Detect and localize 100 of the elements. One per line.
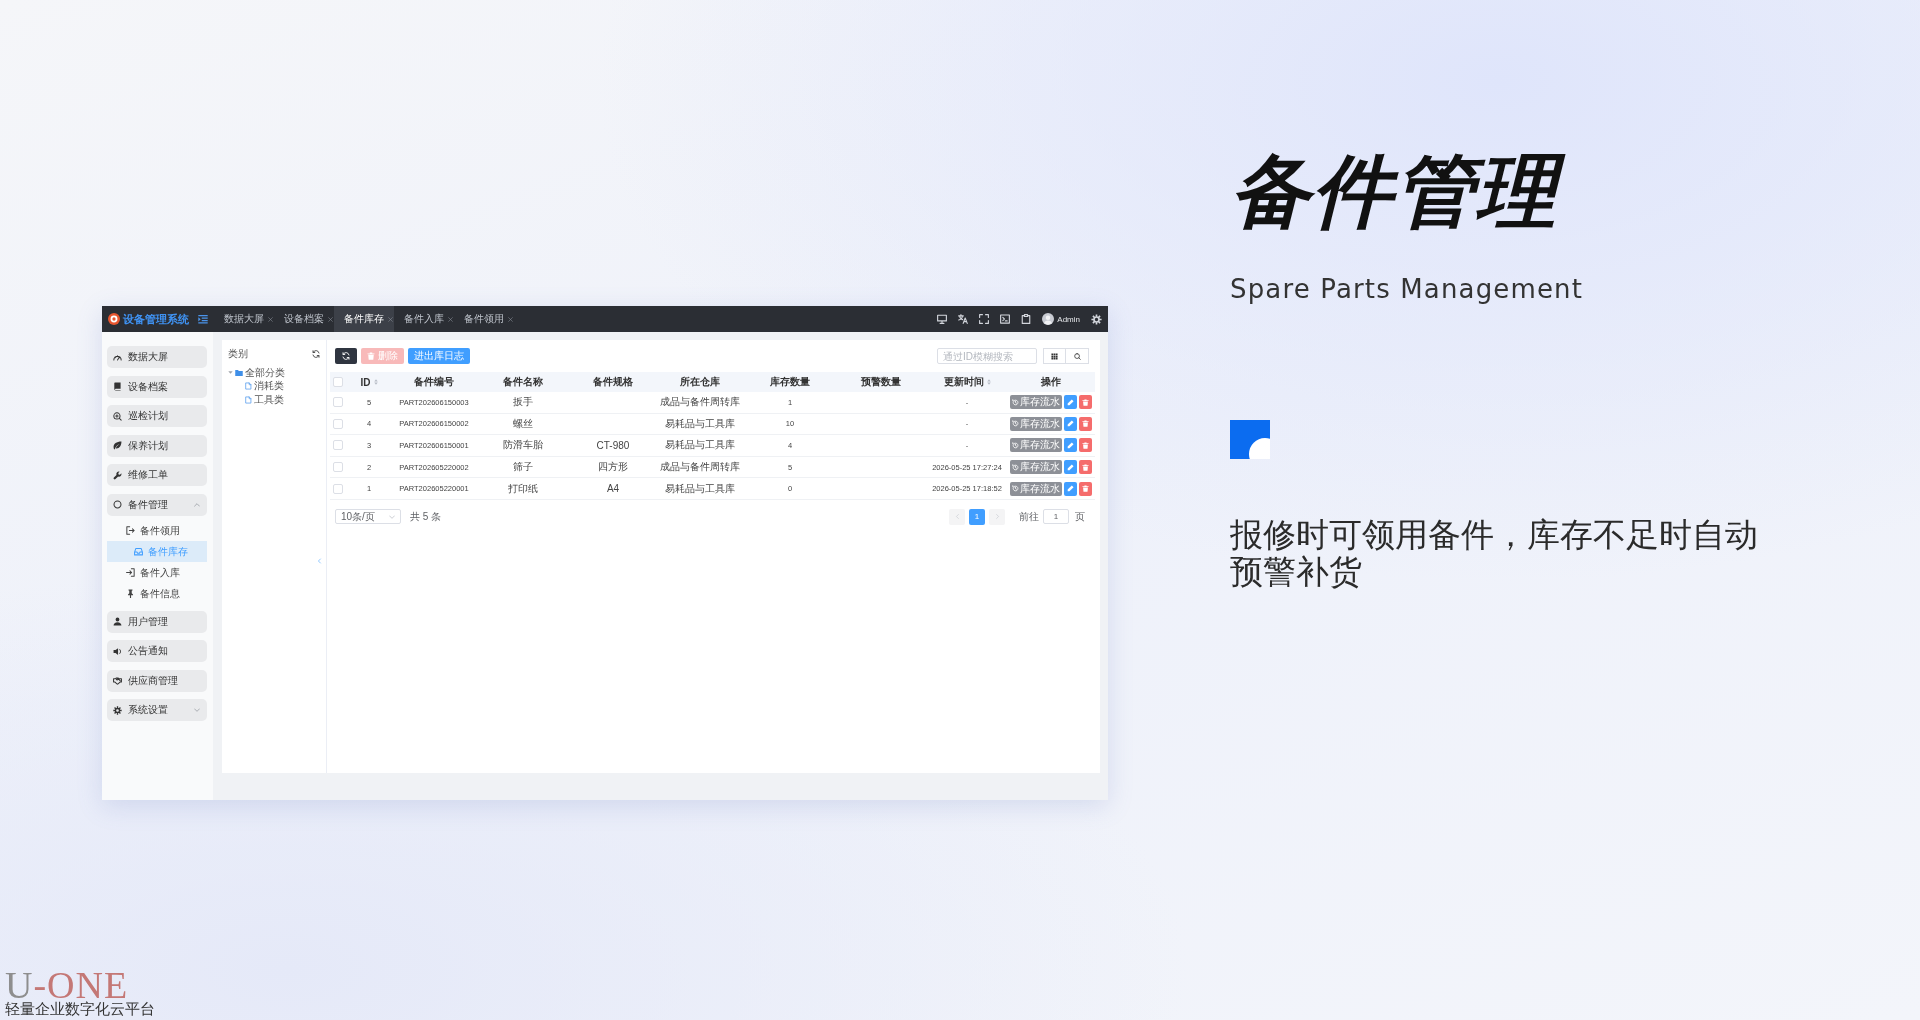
refresh-icon xyxy=(342,352,350,360)
column-header[interactable]: ID xyxy=(360,376,378,388)
close-icon[interactable] xyxy=(268,316,273,322)
sidebar-item[interactable]: 用户管理 xyxy=(107,610,207,633)
column-header[interactable]: 更新时间 xyxy=(943,375,991,389)
edit-button[interactable] xyxy=(1064,481,1077,496)
nav-tab[interactable]: 备件入库 xyxy=(394,306,454,332)
refresh-icon[interactable] xyxy=(312,350,320,358)
page-input[interactable]: 1 xyxy=(1043,509,1069,525)
column-header: 所在仓库 xyxy=(680,375,720,389)
nav-tab[interactable]: 备件库存 xyxy=(334,306,394,332)
table-cell: 筛子 xyxy=(513,460,533,475)
menu-icon[interactable] xyxy=(198,314,208,324)
checkbox[interactable] xyxy=(333,462,343,473)
close-icon[interactable] xyxy=(508,316,513,322)
history-icon xyxy=(1012,420,1019,428)
table-cell: 防滑车胎 xyxy=(503,438,543,453)
app-title: 设备管理系统 xyxy=(123,311,189,327)
slide-subtitle: Spare Parts Management xyxy=(1230,273,1584,305)
chevron-icon[interactable] xyxy=(194,707,200,713)
close-icon[interactable] xyxy=(388,316,393,322)
delete-row-button[interactable] xyxy=(1079,481,1092,496)
sidebar-item[interactable]: 备件管理 xyxy=(107,493,207,516)
sidebar-item[interactable]: 系统设置 xyxy=(107,699,207,721)
pencil-icon xyxy=(1067,463,1074,471)
user-icon xyxy=(113,617,122,626)
edit-button[interactable] xyxy=(1064,416,1077,431)
sort-icon[interactable] xyxy=(986,379,991,385)
table-cell: A4 xyxy=(606,483,620,495)
terminal-icon[interactable] xyxy=(1000,314,1011,324)
sidebar-item[interactable]: 保养计划 xyxy=(107,434,207,457)
sidebar-item[interactable]: 供应商管理 xyxy=(107,669,207,692)
delete-row-button[interactable] xyxy=(1079,416,1092,431)
trash-icon xyxy=(1082,463,1089,471)
tree-node[interactable]: 全部分类 xyxy=(245,365,285,380)
history-icon xyxy=(1012,463,1019,471)
delete-row-button[interactable] xyxy=(1079,395,1092,410)
delete-row-button[interactable] xyxy=(1079,438,1092,453)
clipboard-icon[interactable] xyxy=(1021,314,1032,324)
edit-button[interactable] xyxy=(1064,460,1077,475)
search-button[interactable] xyxy=(1066,348,1089,364)
history-icon xyxy=(1012,442,1019,449)
close-icon[interactable] xyxy=(448,316,453,322)
chevron-left-icon xyxy=(954,513,960,521)
sort-icon[interactable] xyxy=(373,379,378,385)
sidebar-item[interactable]: 数据大屏 xyxy=(107,346,207,368)
edit-button[interactable] xyxy=(1064,438,1077,453)
nav-tab[interactable]: 数据大屏 xyxy=(214,306,274,332)
checkbox[interactable] xyxy=(333,377,343,387)
edit-button[interactable] xyxy=(1064,395,1077,410)
zoom-in-icon xyxy=(113,411,122,421)
settings-icon[interactable] xyxy=(1091,313,1102,325)
sidebar-item[interactable]: 巡检计划 xyxy=(107,405,207,427)
speaker-icon xyxy=(113,646,122,656)
pencil-icon xyxy=(1067,420,1074,428)
search-field[interactable]: 通过ID模糊搜索 xyxy=(937,348,1037,364)
checkbox[interactable] xyxy=(333,483,343,494)
page-size-select[interactable]: 10条/页 xyxy=(335,509,401,525)
checkbox[interactable] xyxy=(333,440,343,451)
grid-icon xyxy=(1051,352,1058,360)
checkbox[interactable] xyxy=(333,397,343,408)
sidebar-item[interactable]: 设备档案 xyxy=(107,375,207,398)
avatar-icon[interactable] xyxy=(1042,313,1055,325)
delete-row-button[interactable] xyxy=(1079,460,1092,475)
grid-view-button[interactable] xyxy=(1043,348,1066,364)
pencil-icon xyxy=(1067,442,1074,449)
goto-label: 前往 xyxy=(1019,509,1039,524)
tree-node[interactable]: 消耗类 xyxy=(254,379,284,394)
sidebar-subitem[interactable]: 备件信息 xyxy=(107,583,207,604)
tray-icon xyxy=(134,547,143,556)
caret-icon[interactable] xyxy=(228,370,233,376)
logo-icon xyxy=(108,313,120,325)
close-icon[interactable] xyxy=(328,316,333,322)
page-unit-label: 页 xyxy=(1075,509,1085,524)
brand-tagline: 轻量企业数字化云平台 xyxy=(5,1000,155,1018)
sidebar-subitem[interactable]: 备件入库 xyxy=(107,562,207,583)
column-header: 备件规格 xyxy=(593,375,633,389)
gear-icon xyxy=(113,705,122,715)
user-name[interactable]: Admin xyxy=(1057,314,1080,324)
column-header: 备件名称 xyxy=(503,375,543,389)
tree-node[interactable]: 工具类 xyxy=(254,392,284,407)
refresh-button[interactable] xyxy=(335,348,357,364)
chevron-icon[interactable] xyxy=(194,501,200,508)
sidebar-subitem[interactable]: 备件领用 xyxy=(107,520,207,541)
history-icon xyxy=(1012,398,1019,406)
folder-icon xyxy=(235,368,243,377)
sidebar-item[interactable]: 公告通知 xyxy=(107,640,207,662)
nav-tab[interactable]: 设备档案 xyxy=(274,306,334,332)
translate-icon[interactable] xyxy=(958,314,969,324)
monitor-icon[interactable] xyxy=(937,314,948,324)
exit-arrow-icon xyxy=(126,526,135,535)
nav-tab[interactable]: 备件领用 xyxy=(454,306,514,332)
table-cell: 易耗品与工具库 xyxy=(665,438,735,453)
panel-title: 类别 xyxy=(228,347,248,361)
sidebar-item[interactable]: 维修工单 xyxy=(107,464,207,486)
column-header: 操作 xyxy=(1041,375,1061,389)
fullscreen-icon[interactable] xyxy=(979,314,990,324)
trash-icon xyxy=(1082,442,1089,449)
trash-icon xyxy=(1082,485,1089,493)
checkbox[interactable] xyxy=(333,418,343,429)
